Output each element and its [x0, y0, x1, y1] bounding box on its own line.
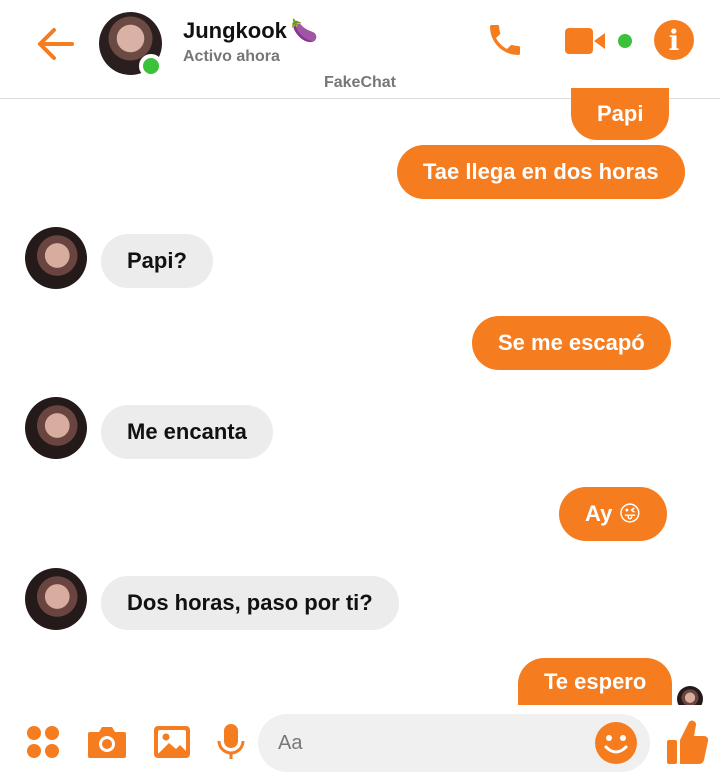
- contact-status: Activo ahora: [183, 48, 280, 65]
- message-text: Papi: [597, 101, 644, 126]
- message-text: Papi?: [127, 248, 187, 273]
- message-text: Ay: [585, 501, 613, 526]
- message-bubble-in[interactable]: Dos horas, paso por ti?: [101, 576, 399, 630]
- message-bubble-out[interactable]: Ay 😜: [559, 487, 668, 541]
- message-composer: [0, 705, 720, 781]
- thumbs-up-icon: [667, 720, 709, 765]
- video-camera-icon: [565, 28, 632, 54]
- message-text: Dos horas, paso por ti?: [127, 590, 373, 615]
- message-bubble-in[interactable]: Papi?: [101, 234, 213, 288]
- camera-icon: [88, 727, 126, 758]
- message-input-container: [258, 714, 650, 772]
- voice-message-button[interactable]: [208, 719, 254, 765]
- camera-button[interactable]: [84, 719, 130, 765]
- back-arrow-icon: [38, 28, 74, 60]
- message-bubble-out[interactable]: Tae llega en dos horas: [397, 145, 685, 199]
- phone-icon: [490, 25, 520, 55]
- info-button[interactable]: i: [652, 18, 696, 62]
- eggplant-emoji: 🍆: [290, 18, 319, 43]
- like-button[interactable]: [662, 715, 712, 769]
- message-text: Tae llega en dos horas: [423, 159, 659, 184]
- info-icon: i: [654, 20, 694, 60]
- contact-avatar-small: [25, 397, 87, 459]
- message-text: Me encanta: [127, 419, 247, 444]
- message-bubble-out[interactable]: Te espero: [518, 658, 673, 705]
- apps-grid-icon: [27, 726, 59, 758]
- message-text: Te espero: [544, 668, 647, 694]
- smiley-icon[interactable]: [594, 721, 638, 765]
- message-bubble-out[interactable]: Se me escapó: [472, 316, 671, 370]
- contact-avatar-small: [25, 227, 87, 289]
- contact-avatar-small: [25, 568, 87, 630]
- message-text: Se me escapó: [498, 330, 645, 355]
- contact-name[interactable]: Jungkook 🍆: [183, 18, 318, 44]
- message-bubble-out[interactable]: Papi: [571, 88, 670, 140]
- microphone-icon: [217, 724, 245, 759]
- call-button[interactable]: [480, 18, 530, 62]
- message-bubble-in[interactable]: Me encanta: [101, 405, 273, 459]
- apps-button[interactable]: [20, 719, 66, 765]
- chat-header: Jungkook 🍆 Activo ahora FakeChat i: [0, 0, 720, 99]
- contact-name-text: Jungkook: [183, 18, 287, 43]
- winking-tongue-emoji: 😜: [618, 501, 642, 526]
- message-input[interactable]: [278, 714, 578, 772]
- image-icon: [154, 726, 190, 758]
- gallery-button[interactable]: [149, 719, 195, 765]
- back-button[interactable]: [30, 22, 80, 66]
- video-call-button[interactable]: [563, 18, 643, 62]
